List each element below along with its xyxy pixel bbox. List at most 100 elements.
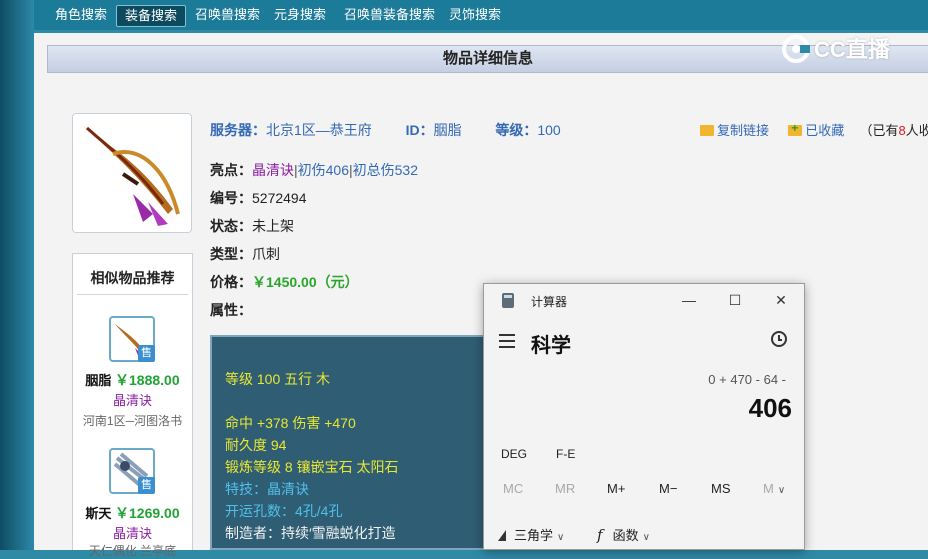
status-label: 状态： (210, 218, 252, 234)
trig-chevron-icon: ∨ (557, 532, 565, 543)
tab-equipment-search[interactable]: 装备搜索 (116, 5, 187, 27)
calculator-titlebar[interactable]: 计算器 — ☐ ✕ (484, 284, 804, 316)
type-value: 爪刺 (252, 246, 280, 262)
rec-item-2-name-price: 斯天 ￥1269.00 (73, 503, 192, 523)
tab-pet-equipment-search[interactable]: 召唤兽装备搜索 (336, 5, 443, 25)
highlight-total-damage: 初总伤532 (352, 162, 418, 178)
number-value: 5272494 (252, 190, 307, 206)
rec-item-2-name[interactable]: 斯天 (85, 506, 111, 521)
number-label: 编号： (210, 190, 252, 206)
calculator-mode: 科学 (531, 335, 571, 357)
attr-row: 属性： (210, 300, 252, 320)
m-plus-button[interactable]: M+ (607, 481, 625, 496)
collect-icon (788, 121, 803, 136)
close-button[interactable]: ✕ (770, 290, 792, 310)
left-rail (0, 0, 34, 550)
type-row: 类型：爪刺 (210, 244, 280, 264)
function-icon: f (597, 526, 603, 544)
highlight-label: 亮点： (210, 162, 252, 178)
attr-maker: 制造者：持续′雪融蜕化打造 (225, 525, 396, 541)
id-value: 胭脂 (433, 122, 462, 138)
attr-level-element: 等级 100 五行 木 (225, 371, 331, 387)
attr-durability: 耐久度 94 (225, 437, 287, 453)
rec-item-2-price: ￥1269.00 (115, 505, 180, 521)
rec-item-2-server: 天仁偶化 兰亭底 (88, 544, 177, 558)
mr-button[interactable]: MR (555, 481, 575, 496)
rec-item-1-price: ￥1888.00 (115, 372, 180, 388)
function-label: 函数 (612, 528, 639, 543)
type-label: 类型： (210, 246, 252, 262)
maximize-button[interactable]: ☐ (724, 290, 746, 310)
tab-pet-search[interactable]: 召唤兽搜索 (187, 5, 268, 25)
price-value: ￥1450.00（元） (252, 274, 359, 290)
claw-weapon-image (81, 124, 180, 226)
cc-logo-icon (782, 34, 810, 63)
rec-item-1-thumb[interactable]: 售 (109, 316, 155, 362)
calculator-window[interactable]: 计算器 — ☐ ✕ 科学 0 + 470 - 64 - 406 DEG F-E … (483, 283, 805, 550)
collected-button[interactable]: 已收藏 (805, 123, 844, 138)
tab-yuanshen-search[interactable]: 元身搜索 (266, 5, 334, 25)
m-minus-button[interactable]: M− (659, 481, 677, 496)
cc-live-logo: CC直播 (780, 32, 890, 64)
collect-count-suffix: 人收藏） (905, 123, 928, 138)
item-image (72, 113, 192, 233)
highlight-row: 亮点：晶清诀|初伤406|初总伤532 (210, 160, 418, 180)
history-icon[interactable] (771, 331, 787, 347)
id-label: ID： (405, 122, 434, 138)
server-label: 服务器： (210, 122, 266, 138)
calculator-result: 406 (748, 393, 792, 423)
rec-item-1-tag: 晶清诀 (112, 393, 152, 408)
ms-button[interactable]: MS (711, 481, 731, 496)
triangle-icon (498, 530, 506, 541)
similar-items-panel: 相似物品推荐 售 胭脂 ￥1888.00 晶清诀 河南1区─河图洛书 售 斯天 … (72, 253, 193, 558)
status-row: 状态：未上架 (210, 216, 294, 236)
number-row: 编号：5272494 (210, 188, 307, 208)
mc-button[interactable]: MC (503, 481, 523, 496)
attr-sockets: 开运孔数：4孔/4孔 (225, 503, 343, 519)
attr-special-skill: 特技：晶清诀 (225, 481, 309, 497)
rec-item-2-tag: 晶清诀 (112, 526, 152, 541)
item-actions: 复制链接 已收藏 （已有8人收藏） (700, 120, 928, 139)
copy-link-button[interactable]: 复制链接 (717, 123, 769, 138)
menu-icon[interactable] (499, 334, 515, 352)
attr-label: 属性： (210, 302, 252, 318)
tab-accessory-search[interactable]: 灵饰搜索 (441, 5, 509, 25)
sell-badge-2: 售 (138, 477, 155, 494)
memory-chevron-icon: ∨ (777, 485, 786, 496)
fe-button[interactable]: F-E (556, 447, 575, 461)
calculator-title: 计算器 (531, 295, 568, 309)
folder-icon (700, 125, 714, 136)
highlight-initial-damage: 初伤406 (297, 162, 349, 178)
rec-item-1-name[interactable]: 胭脂 (85, 373, 111, 388)
level-label: 等级： (495, 122, 538, 138)
level-value: 100 (537, 122, 561, 138)
status-value: 未上架 (252, 218, 294, 234)
function-menu[interactable]: f 函数 ∨ (597, 525, 650, 544)
rec-item-1-server: 河南1区─河图洛书 (82, 414, 183, 428)
rec-item-2-thumb[interactable]: 售 (109, 448, 155, 494)
tab-role-search[interactable]: 角色搜索 (47, 5, 115, 25)
trigonometry-label: 三角学 (514, 528, 554, 543)
memory-list-label: M (763, 481, 774, 496)
attribute-box: 等级 100 五行 木 命中 +378 伤害 +470 耐久度 94 锻炼等级 … (210, 335, 510, 550)
highlight-tag: 晶清诀 (252, 162, 294, 178)
attr-hit-damage: 命中 +378 伤害 +470 (225, 415, 356, 431)
price-row: 价格：￥1450.00（元） (210, 272, 359, 292)
sell-badge: 售 (138, 345, 155, 362)
server-value: 北京1区—恭王府 (266, 122, 372, 138)
logo-text: CC直播 (814, 37, 890, 62)
trigonometry-menu[interactable]: 三角学 ∨ (498, 525, 564, 544)
top-nav: 角色搜索 装备搜索 召唤兽搜索 元身搜索 召唤兽装备搜索 灵饰搜索 (34, 0, 928, 30)
deg-button[interactable]: DEG (501, 447, 527, 461)
price-label: 价格： (210, 274, 252, 290)
collect-count: 8 (898, 123, 906, 138)
item-header-row: 服务器：北京1区—恭王府 ID：胭脂 等级：100 (210, 120, 561, 140)
calculator-expression: 0 + 470 - 64 - (708, 372, 786, 387)
memory-list-button[interactable]: M ∨ (763, 481, 785, 496)
calculator-icon (502, 293, 514, 308)
attr-forging: 锻炼等级 8 镶嵌宝石 太阳石 (225, 459, 399, 475)
collect-count-prefix: （已有 (859, 123, 899, 138)
func-chevron-icon: ∨ (642, 532, 650, 543)
minimize-button[interactable]: — (678, 290, 700, 310)
rec-item-1-name-price: 胭脂 ￥1888.00 (73, 370, 192, 390)
